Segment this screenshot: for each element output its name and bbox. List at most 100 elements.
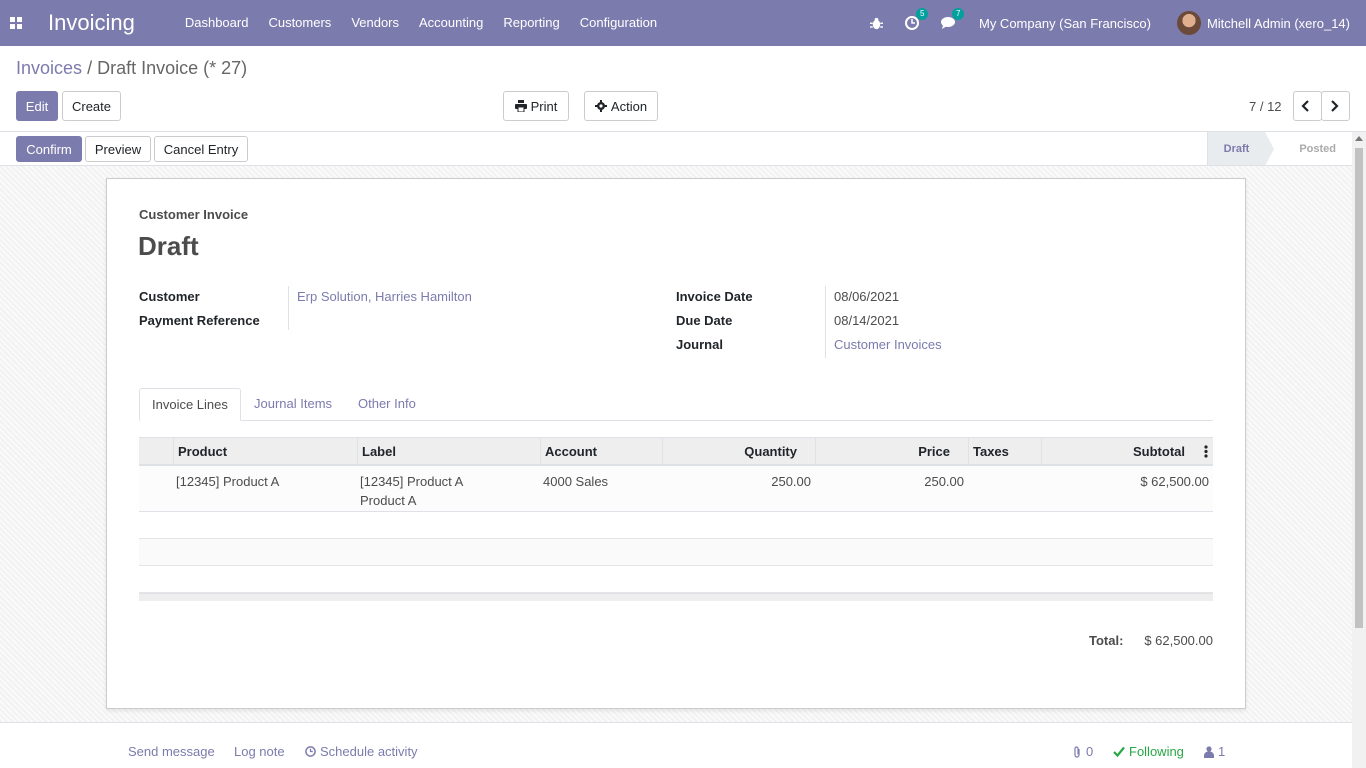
column-label[interactable]: Label (357, 438, 540, 465)
row-account: 4000 Sales (543, 474, 609, 489)
edit-button[interactable]: Edit (16, 91, 58, 121)
breadcrumb-current: Draft Invoice (* 27) (97, 58, 248, 78)
schedule-activity-button[interactable]: Schedule activity (305, 744, 418, 759)
invoice-sheet: Customer Invoice Draft Customer Erp Solu… (106, 178, 1246, 709)
navbar-systray: 5 7 My Company (San Francisco) Mitchell … (869, 0, 1366, 46)
chevron-right-icon (1330, 100, 1339, 112)
row-label-line2: Product A (360, 493, 417, 508)
company-switcher[interactable]: My Company (San Francisco) (979, 16, 1151, 31)
total-label: Total: (1089, 633, 1124, 648)
row-quantity: 250.00 (771, 474, 811, 489)
optional-columns-kebab-icon[interactable] (1204, 445, 1208, 461)
row-label: [12345] Product A Product A (356, 472, 467, 510)
followers-count: 1 (1218, 744, 1226, 759)
column-price[interactable]: Price (815, 438, 968, 465)
action-button[interactable]: Action (584, 91, 658, 121)
breadcrumb: Invoices / Draft Invoice (* 27) (16, 58, 247, 79)
payment-reference-field[interactable] (297, 313, 597, 329)
followers-button[interactable]: 1 (1204, 744, 1225, 759)
print-label: Print (530, 98, 558, 114)
print-icon (514, 100, 527, 112)
create-button[interactable]: Create (62, 91, 121, 121)
column-quantity[interactable]: Quantity (662, 438, 815, 465)
empty-row[interactable] (139, 566, 1213, 593)
breadcrumb-separator: / (87, 58, 93, 78)
scroll-up-arrow-icon[interactable] (1355, 136, 1363, 141)
column-subtotal[interactable]: Subtotal (1041, 438, 1213, 465)
app-brand[interactable]: Invoicing (48, 10, 135, 36)
debug-bug-icon[interactable] (869, 17, 883, 30)
invoice-type-title: Customer Invoice (139, 207, 249, 222)
column-product[interactable]: Product (173, 438, 357, 465)
left-fields-divider (288, 286, 289, 330)
pager-value[interactable]: 7 / 12 (1249, 99, 1282, 114)
stage-posted[interactable]: Posted (1265, 132, 1352, 166)
invoice-date-label: Invoice Date (676, 289, 753, 304)
main-menu: Dashboard Customers Vendors Accounting R… (175, 0, 667, 46)
customer-field[interactable]: Erp Solution, Harries Hamilton (297, 289, 472, 304)
tab-other-info[interactable]: Other Info (346, 388, 428, 421)
preview-button[interactable]: Preview (85, 136, 151, 162)
print-button[interactable]: Print (503, 91, 569, 121)
invoice-date-field[interactable]: 08/06/2021 (834, 289, 899, 304)
empty-row[interactable] (139, 512, 1213, 539)
column-account[interactable]: Account (540, 438, 662, 465)
menu-configuration[interactable]: Configuration (570, 0, 667, 46)
due-date-label: Due Date (676, 313, 733, 328)
table-row[interactable]: [12345] Product A [12345] Product A Prod… (139, 466, 1213, 512)
chevron-left-icon (1300, 100, 1309, 112)
following-label: Following (1129, 744, 1184, 759)
payment-reference-label: Payment Reference (139, 313, 260, 328)
action-label: Action (610, 98, 648, 114)
pager-previous-button[interactable] (1293, 91, 1322, 121)
due-date-field[interactable]: 08/14/2021 (834, 313, 899, 328)
form-statusbar: Confirm Preview Cancel Entry Draft Poste… (0, 132, 1352, 166)
column-taxes[interactable]: Taxes (968, 438, 1041, 465)
paperclip-icon (1074, 745, 1080, 758)
right-fields-divider (825, 286, 826, 358)
journal-field[interactable]: Customer Invoices (834, 337, 942, 352)
row-label-line1: [12345] Product A (360, 474, 464, 489)
invoice-state-title: Draft (138, 231, 199, 261)
invoice-lines-table: Product Label Account Quantity Price Tax… (139, 437, 1213, 601)
following-button[interactable]: Following (1113, 744, 1184, 759)
user-icon (1204, 745, 1214, 758)
tab-journal-items[interactable]: Journal Items (242, 388, 344, 421)
page-scrollbar[interactable] (1352, 132, 1366, 768)
activity-clock-icon[interactable]: 5 (904, 8, 929, 30)
row-price: 250.00 (924, 474, 964, 489)
journal-label: Journal (676, 337, 723, 352)
table-footer (139, 593, 1213, 601)
confirm-button[interactable]: Confirm (16, 136, 82, 162)
top-navbar: Invoicing Dashboard Customers Vendors Ac… (0, 0, 1366, 46)
menu-accounting[interactable]: Accounting (409, 0, 493, 46)
user-name: Mitchell Admin (xero_14) (1206, 15, 1350, 31)
scrollbar-thumb[interactable] (1355, 148, 1363, 628)
menu-reporting[interactable]: Reporting (493, 0, 569, 46)
attachments-button[interactable]: 0 (1072, 744, 1093, 759)
table-header: Product Label Account Quantity Price Tax… (139, 437, 1213, 466)
menu-customers[interactable]: Customers (258, 0, 341, 46)
gear-icon (594, 100, 607, 112)
clock-icon (305, 746, 316, 757)
send-message-button[interactable]: Send message (128, 744, 215, 759)
user-menu[interactable]: Mitchell Admin (xero_14) (1176, 11, 1350, 35)
notebook-tabs: Invoice Lines Journal Items Other Info (139, 388, 1213, 421)
attachments-count: 0 (1086, 744, 1094, 759)
status-stages: Draft Posted (1206, 132, 1352, 166)
tab-invoice-lines[interactable]: Invoice Lines (139, 388, 241, 421)
user-avatar (1176, 11, 1201, 35)
empty-row[interactable] (139, 539, 1213, 566)
breadcrumb-invoices-link[interactable]: Invoices (16, 58, 82, 78)
log-note-button[interactable]: Log note (234, 744, 285, 759)
cancel-entry-button[interactable]: Cancel Entry (154, 136, 248, 162)
total-value: $ 62,500.00 (1144, 633, 1213, 648)
row-product: [12345] Product A (176, 474, 280, 489)
apps-menu-icon[interactable] (0, 0, 32, 46)
messages-chat-icon[interactable]: 7 (940, 8, 965, 30)
menu-vendors[interactable]: Vendors (341, 0, 409, 46)
stage-draft[interactable]: Draft (1206, 132, 1274, 166)
schedule-activity-label: Schedule activity (320, 744, 418, 759)
pager-next-button[interactable] (1321, 91, 1350, 121)
menu-dashboard[interactable]: Dashboard (175, 0, 259, 46)
